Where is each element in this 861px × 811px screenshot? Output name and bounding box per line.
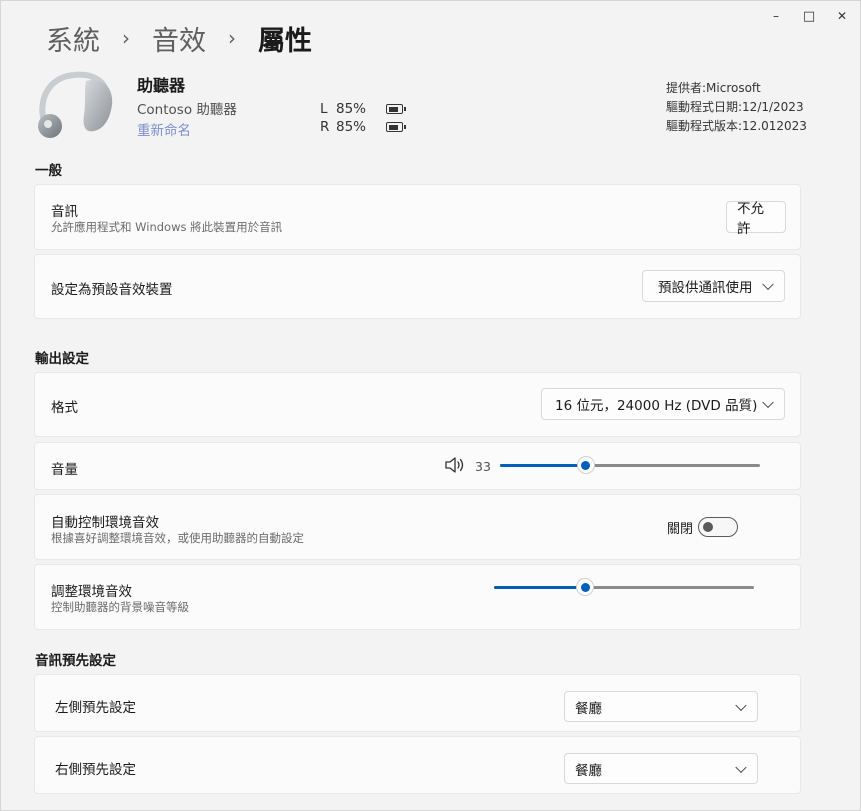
format-card: 格式 16 位元，24000 Hz (DVD 品質): [34, 372, 801, 437]
breadcrumb: 系統 › 音效 › 屬性: [46, 18, 312, 58]
ambient-auto-toggle[interactable]: [698, 517, 738, 537]
chevron-down-icon: [735, 699, 747, 711]
ambient-adjust-subtitle: 控制助聽器的背景噪音等級: [51, 600, 189, 614]
volume-card: 音量 33: [34, 442, 801, 490]
left-preset-title: 左側預先設定: [55, 700, 136, 716]
slider-thumb[interactable]: [576, 456, 595, 474]
battery-side-label: R: [320, 119, 330, 135]
default-device-title: 設定為預設音效裝置: [51, 282, 173, 298]
format-value: 16 位元，24000 Hz (DVD 品質): [555, 398, 758, 414]
default-device-value: 預設供通訊使用: [658, 280, 753, 296]
ambient-auto-state: 關閉: [667, 522, 694, 537]
format-dropdown[interactable]: 16 位元，24000 Hz (DVD 品質): [541, 388, 785, 420]
ambient-auto-subtitle: 根據喜好調整環境音效，或使用助聽器的自動設定: [51, 531, 304, 545]
left-preset-value: 餐廳: [575, 700, 602, 717]
slider-fill: [494, 586, 585, 589]
volume-slider[interactable]: [500, 455, 760, 475]
minimize-button[interactable]: –: [761, 5, 791, 27]
rename-link[interactable]: 重新命名: [137, 119, 191, 139]
device-model: Contoso 助聽器: [137, 102, 237, 118]
settings-window: – □ ✕ 系統 › 音效 › 屬性 助聽器 Contoso 助聽器 重新命名 …: [0, 0, 861, 811]
battery-icon: [386, 122, 406, 132]
driver-date-text: 驅動程式日期:12/1/2023: [666, 100, 804, 114]
chevron-down-icon: [762, 396, 774, 409]
default-device-card: 設定為預設音效裝置 預設供通訊使用: [34, 254, 801, 319]
ambient-slider[interactable]: [494, 577, 754, 597]
driver-version-text: 驅動程式版本:12.012023: [666, 119, 807, 133]
left-preset-dropdown[interactable]: 餐廳: [564, 691, 758, 722]
battery-percent: 85%: [336, 119, 367, 135]
hearing-aid-icon: [38, 71, 113, 138]
right-preset-dropdown[interactable]: 餐廳: [564, 753, 758, 784]
battery-left: L 85%: [320, 101, 406, 117]
slider-thumb[interactable]: [576, 578, 594, 596]
close-button[interactable]: ✕: [827, 5, 857, 27]
ambient-auto-card: 自動控制環境音效 根據喜好調整環境音效，或使用助聽器的自動設定 關閉: [34, 494, 801, 560]
right-preset-card: 右側預先設定 餐廳: [34, 736, 801, 794]
breadcrumb-system[interactable]: 系統: [46, 19, 100, 58]
volume-title: 音量: [51, 462, 78, 478]
battery-right: R 85%: [320, 119, 406, 135]
ambient-auto-title: 自動控制環境音效: [51, 515, 159, 531]
breadcrumb-sound[interactable]: 音效: [152, 19, 206, 58]
right-preset-value: 餐廳: [575, 762, 602, 779]
default-device-dropdown[interactable]: 預設供通訊使用: [642, 270, 785, 302]
maximize-button[interactable]: □: [794, 5, 824, 27]
ambient-adjust-title: 調整環境音效: [51, 584, 132, 600]
chevron-right-icon: ›: [122, 26, 130, 50]
speaker-icon[interactable]: [444, 456, 466, 474]
ambient-adjust-card: 調整環境音效 控制助聽器的背景噪音等級: [34, 564, 801, 630]
volume-value: 33: [475, 459, 491, 474]
section-presets-title: 音訊預先設定: [35, 653, 116, 669]
chevron-down-icon: [735, 761, 747, 773]
provider-text: 提供者:Microsoft: [666, 81, 761, 95]
chevron-down-icon: [762, 278, 774, 291]
right-preset-title: 右側預先設定: [55, 762, 136, 778]
slider-fill: [500, 464, 586, 467]
toggle-knob: [703, 522, 713, 532]
format-title: 格式: [51, 400, 78, 416]
chevron-right-icon: ›: [228, 26, 236, 50]
disallow-button[interactable]: 不允許: [726, 201, 786, 237]
device-name: 助聽器: [137, 76, 186, 95]
battery-icon: [386, 104, 406, 114]
audio-subtitle: 允許應用程式和 Windows 將此裝置用於音訊: [51, 220, 283, 234]
audio-title: 音訊: [51, 204, 78, 220]
left-preset-card: 左側預先設定 餐廳: [34, 674, 801, 732]
section-output-title: 輸出設定: [35, 351, 89, 367]
battery-percent: 85%: [336, 101, 367, 117]
battery-side-label: L: [320, 101, 328, 117]
page-title: 屬性: [258, 25, 312, 57]
section-general-title: 一般: [35, 163, 62, 179]
audio-card: 音訊 允許應用程式和 Windows 將此裝置用於音訊 不允許: [34, 184, 801, 250]
